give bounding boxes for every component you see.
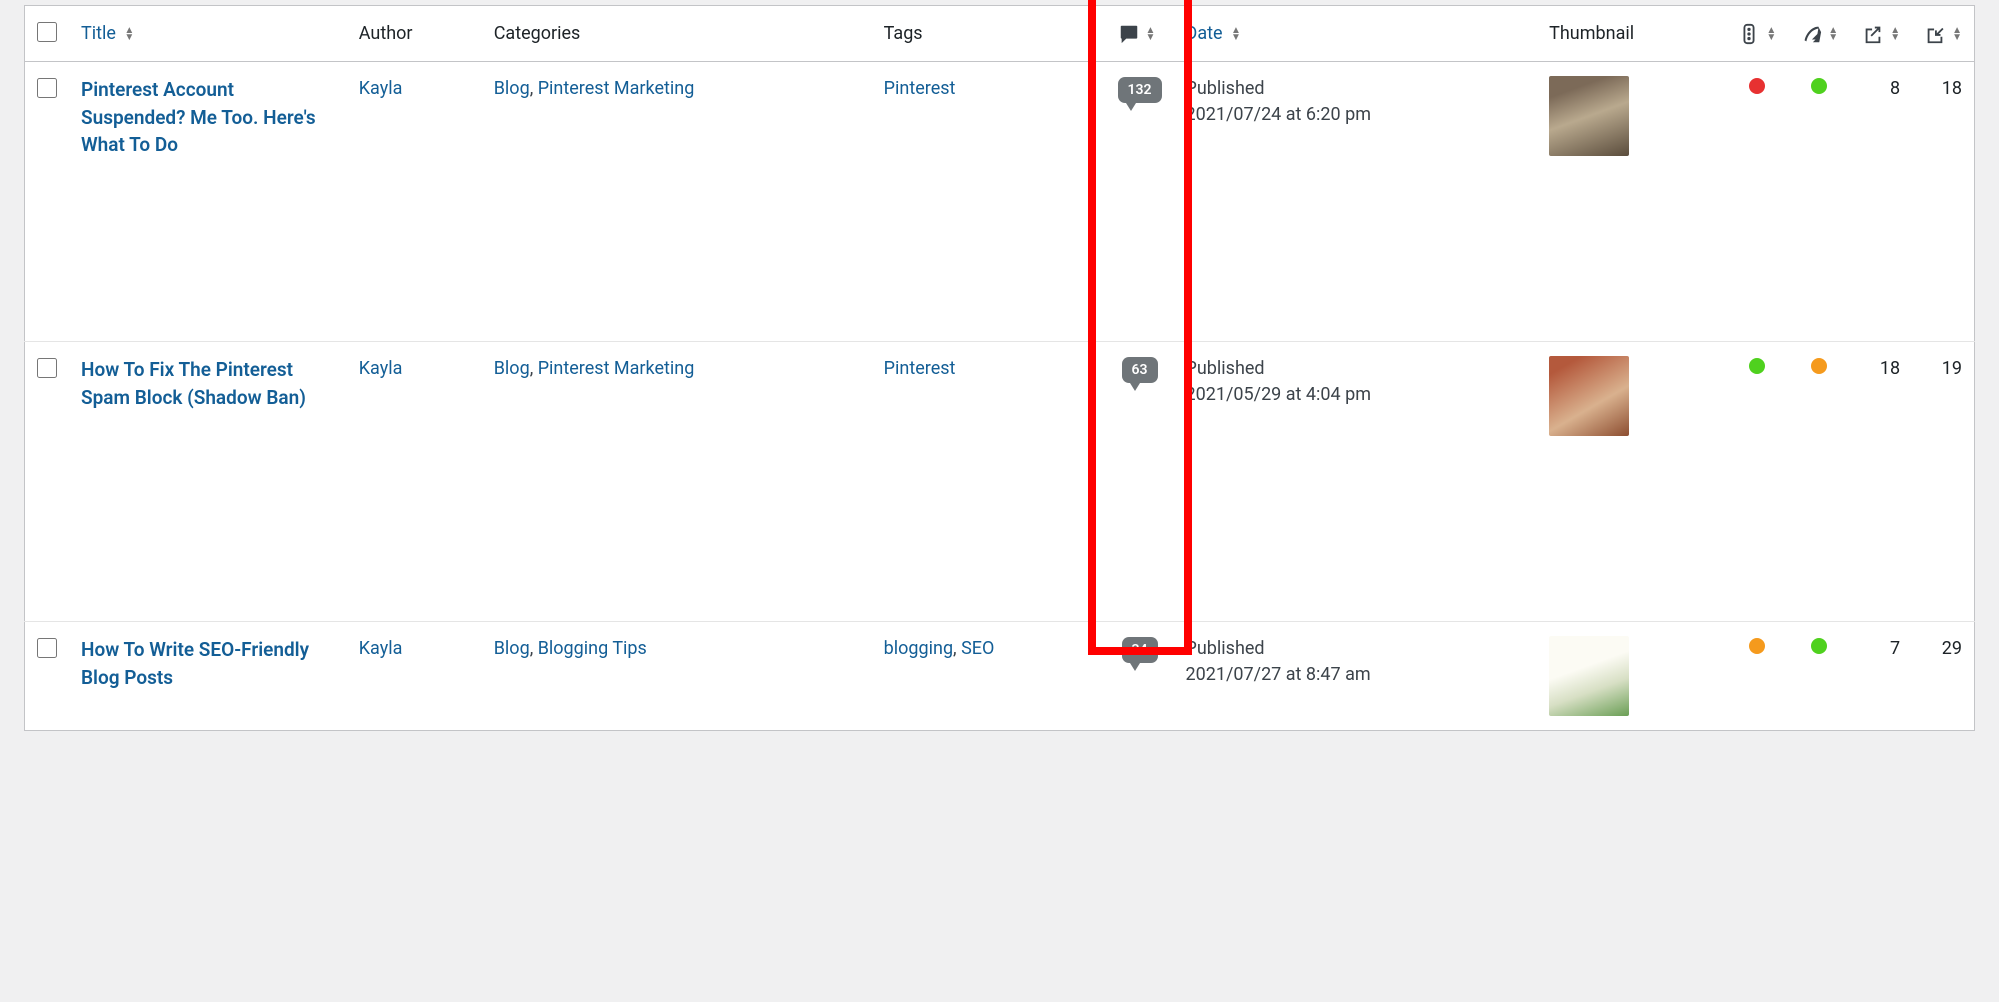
tag-link[interactable]: blogging [884,638,953,659]
posts-table: Title ▲▼ Author Categories Tags ▲▼ Date … [24,5,1975,731]
post-title-link[interactable]: How To Fix The Pinterest Spam Block (Sha… [81,356,335,411]
tag-link[interactable]: Pinterest [884,358,956,379]
link-in-icon [1924,23,1946,45]
post-title-link[interactable]: How To Write SEO-Friendly Blog Posts [81,636,335,691]
table-row: Pinterest Account Suspended? Me Too. Her… [25,62,1975,342]
title-column-header[interactable]: Title ▲▼ [69,6,347,62]
categories-column-header[interactable]: Categories [482,6,872,62]
post-date: 2021/05/29 at 4:04 pm [1186,382,1526,408]
comment-count-badge[interactable]: 34 [1122,637,1158,663]
table-header-row: Title ▲▼ Author Categories Tags ▲▼ Date … [25,6,1975,62]
date-header-label: Date [1186,23,1223,44]
tag-link[interactable]: Pinterest [884,78,956,99]
sort-indicator-icon: ▲▼ [1231,27,1241,41]
feather-icon [1800,23,1822,45]
table-row: How To Fix The Pinterest Spam Block (Sha… [25,342,1975,622]
readability-status-dot [1749,78,1765,94]
author-link[interactable]: Kayla [359,78,403,99]
link-out-icon [1862,23,1884,45]
date-column-header[interactable]: Date ▲▼ [1174,6,1538,62]
outgoing-links-count: 8 [1850,62,1912,342]
category-link[interactable]: Blog [494,358,530,379]
tags-column-header[interactable]: Tags [872,6,1106,62]
author-column-header[interactable]: Author [347,6,482,62]
author-link[interactable]: Kayla [359,638,403,659]
incoming-links-count: 29 [1912,622,1974,731]
sort-indicator-icon: ▲▼ [1766,27,1776,41]
comments-column-header[interactable]: ▲▼ [1106,6,1174,62]
sort-indicator-icon: ▲▼ [1828,27,1838,41]
outgoing-links-count: 7 [1850,622,1912,731]
row-checkbox[interactable] [37,638,57,658]
post-status: Published [1186,356,1526,382]
readability-status-dot [1749,358,1765,374]
thumbnail-image [1549,76,1629,156]
sort-indicator-icon: ▲▼ [124,27,134,41]
readability-status-dot [1749,638,1765,654]
category-link[interactable]: Blogging Tips [538,638,647,659]
incoming-links-column-header[interactable]: ▲▼ [1912,6,1974,62]
seo-status-dot [1811,358,1827,374]
row-checkbox[interactable] [37,78,57,98]
thumbnail-image [1549,356,1629,436]
author-link[interactable]: Kayla [359,358,403,379]
title-header-label: Title [81,23,116,44]
post-date: 2021/07/27 at 8:47 am [1186,662,1526,688]
sort-indicator-icon: ▲▼ [1952,27,1962,41]
sort-indicator-icon: ▲▼ [1890,27,1900,41]
post-status: Published [1186,76,1526,102]
thumbnail-column-header[interactable]: Thumbnail [1537,6,1726,62]
post-status: Published [1186,636,1526,662]
seo-column-header[interactable]: ▲▼ [1788,6,1850,62]
category-link[interactable]: Pinterest Marketing [538,78,695,99]
outgoing-links-column-header[interactable]: ▲▼ [1850,6,1912,62]
seo-status-dot [1811,638,1827,654]
incoming-links-count: 19 [1912,342,1974,622]
traffic-light-icon [1738,23,1760,45]
select-all-checkbox[interactable] [37,22,57,42]
category-link[interactable]: Blog [494,638,530,659]
incoming-links-count: 18 [1912,62,1974,342]
seo-status-dot [1811,78,1827,94]
category-link[interactable]: Pinterest Marketing [538,358,695,379]
comment-icon [1118,23,1140,45]
comment-count-badge[interactable]: 63 [1122,357,1158,383]
comment-count-badge[interactable]: 132 [1118,77,1162,103]
post-date: 2021/07/24 at 6:20 pm [1186,102,1526,128]
sort-indicator-icon: ▲▼ [1146,27,1156,41]
select-all-header[interactable] [25,6,70,62]
table-row: How To Write SEO-Friendly Blog Posts Kay… [25,622,1975,731]
category-link[interactable]: Blog [494,78,530,99]
readability-column-header[interactable]: ▲▼ [1726,6,1788,62]
row-checkbox[interactable] [37,358,57,378]
outgoing-links-count: 18 [1850,342,1912,622]
thumbnail-image [1549,636,1629,716]
post-title-link[interactable]: Pinterest Account Suspended? Me Too. Her… [81,76,335,159]
tag-link[interactable]: SEO [961,638,994,659]
